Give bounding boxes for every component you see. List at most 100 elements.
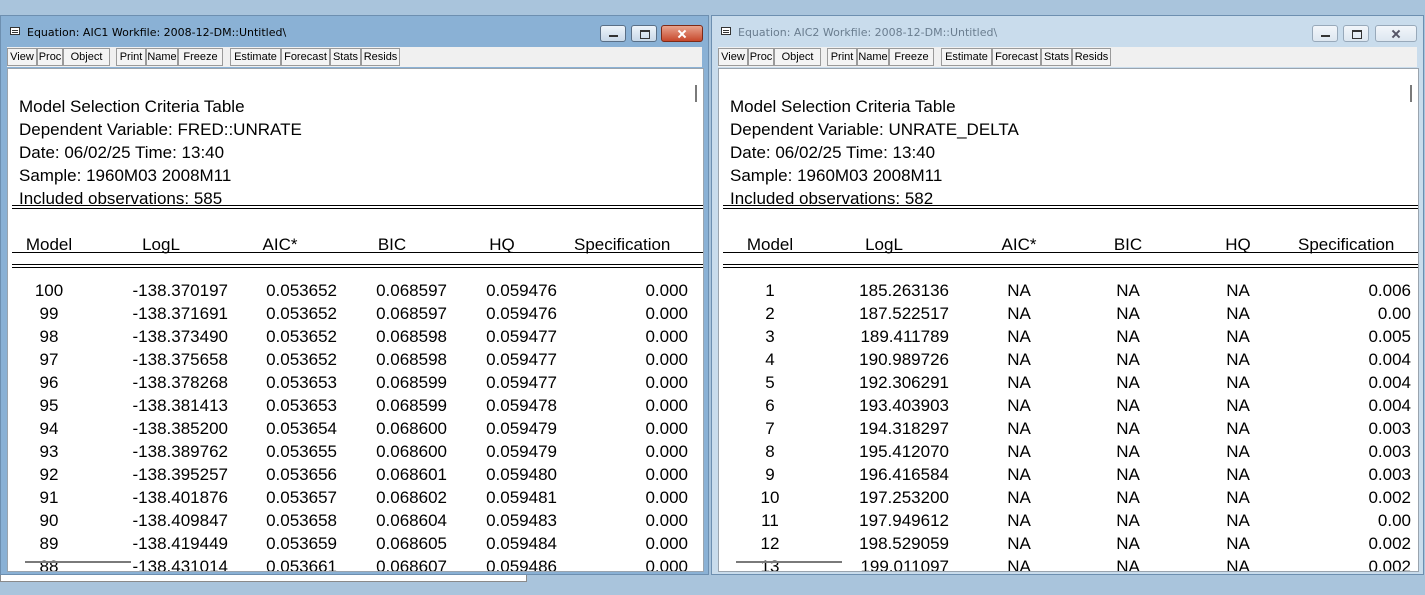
toolbar-stats-button[interactable]: Stats (330, 48, 361, 66)
table-cell: NA (1007, 419, 1031, 438)
minimize-button[interactable] (1312, 25, 1338, 42)
table-cell: 194.318297 (859, 419, 949, 438)
column-header-specification: Specification (574, 235, 671, 254)
table-cell: 0.00 (1377, 511, 1411, 530)
toolbar: View Proc Object Print Name Freeze Estimate For… (7, 47, 702, 67)
title-bar[interactable]: Equation: AIC2 Workfile: 2008-12-DM::Unt… (712, 16, 1423, 44)
table-header-line: Included observations: 582 (730, 189, 934, 208)
minimize-button[interactable] (600, 25, 626, 42)
maximize-button[interactable] (631, 25, 657, 42)
table-cell: NA (1116, 304, 1140, 323)
horizontal-scrollbar-thumb[interactable] (736, 561, 842, 563)
table-cell: NA (1116, 465, 1140, 484)
table-cell: 0.000 (645, 327, 688, 346)
table-cell: NA (1007, 511, 1031, 530)
table-cell: NA (1116, 488, 1140, 507)
minimize-icon (601, 26, 625, 41)
column-header-bic: BIC (1113, 235, 1143, 254)
table-cell: 198.529059 (859, 534, 949, 553)
toolbar-resids-button[interactable]: Resids (361, 48, 400, 66)
table-cell: 0.059477 (486, 327, 557, 346)
column-header-logl: LogL (865, 235, 903, 254)
table-cell: NA (1116, 327, 1140, 346)
toolbar-stats-button[interactable]: Stats (1041, 48, 1072, 66)
table-cell: 0.059476 (486, 281, 557, 300)
table-cell: NA (1007, 304, 1031, 323)
maximize-icon (1344, 26, 1368, 41)
toolbar-view-button[interactable]: View (7, 48, 37, 66)
table-cell: 0.000 (645, 488, 688, 507)
table-cell: 0.000 (645, 350, 688, 369)
vertical-scrollbar-thumb[interactable] (695, 85, 697, 102)
equation-window-aic1[interactable]: Equation: AIC1 Workfile: 2008-12-DM::Unt… (0, 15, 709, 575)
column-header-aic: AIC* (262, 235, 298, 254)
toolbar-view-button[interactable]: View (718, 48, 748, 66)
vertical-scrollbar-thumb[interactable] (1410, 85, 1412, 102)
table-cell: 0.059481 (486, 488, 557, 507)
table-cell: 0.002 (1368, 534, 1411, 553)
minimize-icon (1313, 26, 1337, 41)
toolbar-freeze-button[interactable]: Freeze (178, 48, 223, 66)
table-cell: 190.989726 (859, 350, 949, 369)
table-rule (723, 208, 1418, 209)
toolbar-freeze-button[interactable]: Freeze (889, 48, 934, 66)
toolbar-print-button[interactable]: Print (116, 48, 146, 66)
table-cell: NA (1007, 373, 1031, 392)
table-cell: 0.002 (1368, 557, 1411, 572)
table-cell: 0.002 (1368, 488, 1411, 507)
equation-window-aic2[interactable]: Equation: AIC2 Workfile: 2008-12-DM::Unt… (711, 15, 1424, 575)
table-cell: 0.000 (645, 373, 688, 392)
table-cell: 0.000 (645, 511, 688, 530)
table-cell: 0.059479 (486, 442, 557, 461)
toolbar-print-button[interactable]: Print (827, 48, 857, 66)
window-menu-icon[interactable] (10, 27, 20, 35)
close-button[interactable] (661, 25, 703, 42)
table-cell: 0.059480 (486, 465, 557, 484)
close-button[interactable] (1375, 25, 1417, 42)
toolbar-name-button[interactable]: Name (857, 48, 889, 66)
window-menu-icon[interactable] (721, 27, 731, 35)
table-header-line: Date: 06/02/25 Time: 13:40 (19, 143, 225, 162)
toolbar-estimate-button[interactable]: Estimate (230, 48, 281, 66)
table-cell: 0.059476 (486, 304, 557, 323)
table-cell: NA (1007, 465, 1031, 484)
output-table[interactable]: Model Selection Criteria Table Dependent … (7, 68, 704, 572)
table-cell: 0.059483 (486, 511, 557, 530)
table-cell: NA (1116, 373, 1140, 392)
title-bar[interactable]: Equation: AIC1 Workfile: 2008-12-DM::Unt… (1, 16, 708, 44)
table-cell: 189.411789 (860, 327, 949, 346)
table-header-line: Dependent Variable: UNRATE_DELTA (730, 120, 1019, 139)
toolbar-name-button[interactable]: Name (146, 48, 178, 66)
table-cell: 192.306291 (859, 373, 949, 392)
table-cell: NA (1007, 488, 1031, 507)
toolbar-object-button[interactable]: Object (774, 48, 821, 66)
toolbar-resids-button[interactable]: Resids (1072, 48, 1111, 66)
table-cell: 0.059486 (486, 557, 557, 572)
table-cell: NA (1007, 557, 1031, 572)
horizontal-scrollbar-thumb[interactable] (25, 561, 131, 563)
table-cell: 0.00 (1377, 304, 1411, 323)
column-header-model: Model (746, 235, 794, 254)
table-cell: 0.059477 (486, 373, 557, 392)
column-header-hq: HQ (489, 235, 515, 254)
table-cell: 0.000 (645, 304, 688, 323)
table-cell: 0.003 (1368, 442, 1411, 461)
table-cell: 0.000 (645, 465, 688, 484)
toolbar-proc-button[interactable]: Proc (748, 48, 774, 66)
toolbar-forecast-button[interactable]: Forecast (992, 48, 1041, 66)
output-table[interactable]: Model Selection Criteria Table Dependent … (718, 68, 1419, 572)
table-cell: 199.011097 (860, 557, 949, 572)
toolbar-forecast-button[interactable]: Forecast (281, 48, 330, 66)
table-cell: NA (1007, 281, 1031, 300)
toolbar-object-button[interactable]: Object (63, 48, 110, 66)
table-cell: 0.004 (1368, 396, 1411, 415)
table-cell: 197.253200 (859, 488, 949, 507)
toolbar-estimate-button[interactable]: Estimate (941, 48, 992, 66)
table-rule (12, 264, 703, 265)
table-title: Model Selection Criteria Table (730, 97, 956, 116)
table-cell: NA (1116, 557, 1140, 572)
table-cell: NA (1007, 396, 1031, 415)
maximize-button[interactable] (1343, 25, 1369, 42)
toolbar-proc-button[interactable]: Proc (37, 48, 63, 66)
table-cell: 197.949612 (859, 511, 949, 530)
